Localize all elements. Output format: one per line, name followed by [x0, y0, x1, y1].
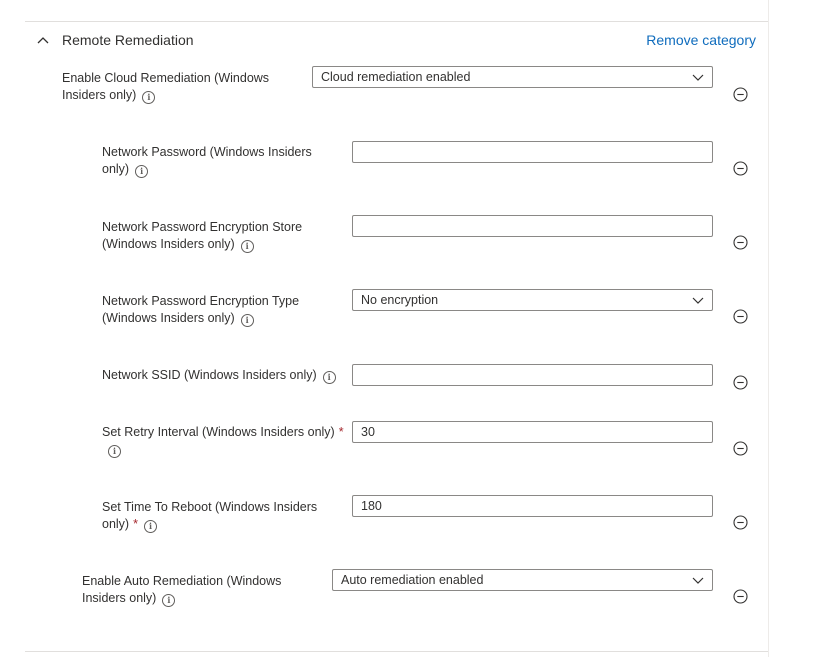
setting-label-network-ssid: Network SSID (Windows Insiders only) i [102, 367, 352, 384]
minus-circle-icon[interactable] [733, 161, 748, 176]
section-title: Remote Remediation [62, 32, 194, 48]
time-to-reboot-input[interactable]: 180 [352, 495, 713, 517]
info-icon[interactable]: i [143, 520, 157, 533]
chevron-up-icon[interactable] [36, 33, 50, 47]
minus-circle-icon[interactable] [733, 87, 748, 102]
info-icon[interactable]: i [142, 91, 156, 104]
setting-label-encryption-type: Network Password Encryption Type (Window… [102, 294, 300, 327]
info-icon[interactable]: i [135, 165, 149, 178]
required-marker: * [133, 517, 138, 531]
panel-edge [768, 0, 769, 657]
cloud-remediation-select[interactable]: Cloud remediation enabled [312, 66, 713, 88]
minus-circle-icon[interactable] [733, 589, 748, 604]
auto-remediation-select[interactable]: Auto remediation enabled [332, 569, 713, 591]
network-password-input[interactable] [352, 141, 713, 163]
info-icon[interactable]: i [240, 240, 254, 253]
section-divider-bottom [25, 651, 768, 652]
info-icon[interactable]: i [322, 371, 336, 384]
info-icon[interactable]: i [240, 314, 254, 327]
required-marker: * [338, 425, 344, 439]
minus-circle-icon[interactable] [733, 441, 748, 456]
encryption-type-select[interactable]: No encryption [352, 289, 713, 311]
chevron-down-icon [692, 297, 704, 304]
info-icon[interactable]: i [108, 445, 121, 458]
encryption-store-input[interactable] [352, 215, 713, 237]
setting-label-retry-interval: Set Retry Interval (Windows Insiders onl… [102, 425, 344, 458]
minus-circle-icon[interactable] [733, 309, 748, 324]
minus-circle-icon[interactable] [733, 515, 748, 530]
section-header: Remote Remediation Remove category [36, 31, 758, 49]
retry-interval-input[interactable]: 30 [352, 421, 713, 443]
setting-label-network-password: Network Password (Windows Insiders only)… [102, 145, 312, 178]
setting-label-auto-remediation: Enable Auto Remediation (Windows Insider… [82, 574, 282, 607]
chevron-down-icon [692, 577, 704, 584]
setting-label-time-to-reboot: Set Time To Reboot (Windows Insiders onl… [102, 500, 318, 533]
minus-circle-icon[interactable] [733, 375, 748, 390]
section-divider-top [25, 21, 768, 22]
setting-label-cloud-remediation: Enable Cloud Remediation (Windows Inside… [62, 71, 270, 104]
info-icon[interactable]: i [162, 594, 176, 607]
chevron-down-icon [692, 74, 704, 81]
network-ssid-input[interactable] [352, 364, 713, 386]
setting-label-encryption-store: Network Password Encryption Store (Windo… [102, 220, 303, 253]
minus-circle-icon[interactable] [733, 235, 748, 250]
remove-category-link[interactable]: Remove category [646, 31, 756, 49]
